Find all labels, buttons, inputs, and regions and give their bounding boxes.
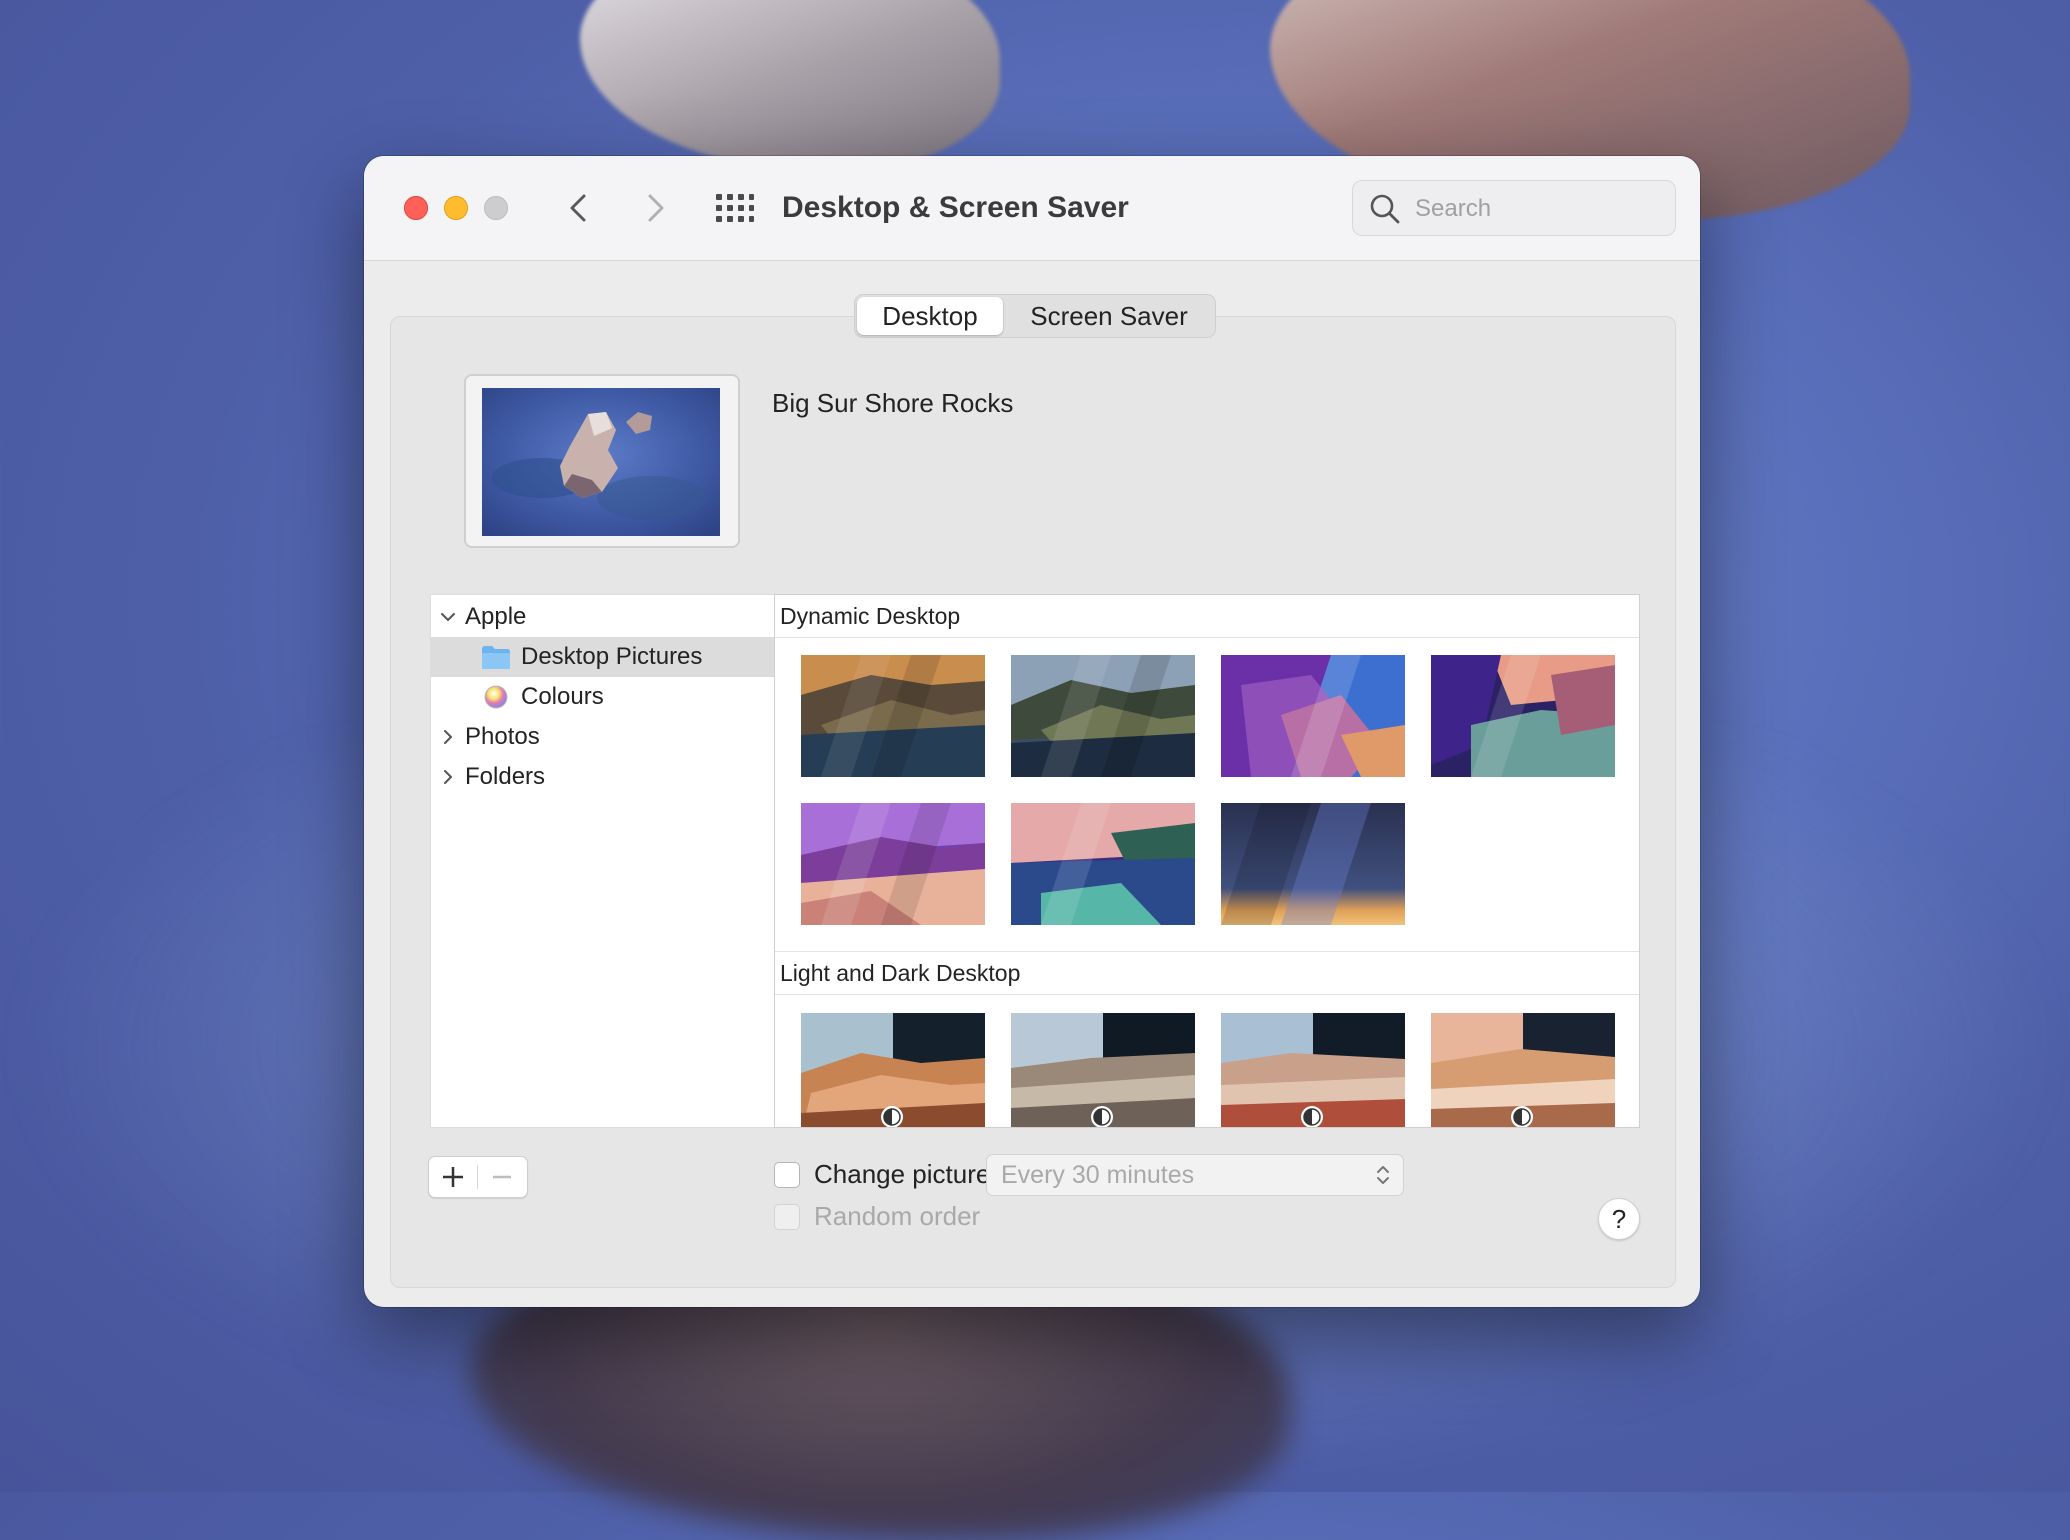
chevron-left-icon	[570, 194, 586, 222]
wallpaper-thumbnail[interactable]	[1011, 1013, 1195, 1127]
wallpaper-thumbnail[interactable]	[1221, 803, 1405, 925]
wallpaper-rock-left	[580, 0, 1000, 170]
section-header-light-dark: Light and Dark Desktop	[775, 951, 1639, 995]
source-group-photos[interactable]: Photos	[431, 717, 775, 757]
close-button[interactable]	[404, 196, 428, 220]
show-all-button[interactable]	[714, 188, 754, 228]
source-group-label: Apple	[465, 603, 527, 630]
tab-desktop[interactable]: Desktop	[857, 297, 1003, 335]
chevron-right-icon	[444, 730, 452, 744]
dark-mode-icon	[1301, 1106, 1323, 1127]
change-picture-checkbox[interactable]	[774, 1162, 800, 1188]
dark-mode-icon	[1511, 1106, 1533, 1127]
interval-value: Every 30 minutes	[1001, 1161, 1195, 1189]
source-item-desktop-pictures[interactable]: Desktop Pictures	[431, 637, 775, 677]
add-folder-button[interactable]	[429, 1157, 477, 1197]
source-list: Apple Desktop Pictures Colours Photos Fo…	[430, 594, 776, 1128]
chevron-down-icon	[441, 613, 455, 621]
search-field[interactable]	[1352, 180, 1676, 236]
back-button[interactable]	[560, 186, 600, 230]
forward-button[interactable]	[634, 186, 674, 230]
source-group-apple[interactable]: Apple	[431, 597, 775, 637]
dark-mode-icon	[1091, 1106, 1113, 1127]
wallpaper-thumbnail[interactable]	[1221, 655, 1405, 777]
color-wheel-icon	[484, 685, 508, 709]
preview-image	[482, 388, 720, 536]
random-order-label: Random order	[814, 1201, 981, 1231]
minus-icon	[493, 1175, 511, 1179]
source-group-folders[interactable]: Folders	[431, 757, 775, 797]
change-interval-select[interactable]: Every 30 minutes	[986, 1154, 1404, 1196]
folder-icon	[482, 646, 510, 669]
zoom-button[interactable]	[484, 196, 508, 220]
wallpaper-thumbnail[interactable]	[1011, 655, 1195, 777]
wallpaper-name: Big Sur Shore Rocks	[772, 388, 1014, 418]
chevron-right-icon	[444, 770, 452, 784]
wallpaper-thumbnail[interactable]	[801, 1013, 985, 1127]
remove-folder-button[interactable]	[478, 1157, 526, 1197]
wallpaper-thumbnail[interactable]	[1431, 655, 1615, 777]
up-down-arrows-icon	[1377, 1166, 1389, 1184]
change-picture-label: Change picture:	[814, 1159, 998, 1189]
grid-icon	[716, 194, 754, 222]
source-item-label: Desktop Pictures	[521, 643, 703, 670]
help-button[interactable]: ?	[1598, 1198, 1640, 1240]
source-group-label: Photos	[465, 723, 540, 750]
wallpaper-thumbnail[interactable]	[1011, 803, 1195, 925]
section-title: Dynamic Desktop	[780, 603, 961, 629]
window-title: Desktop & Screen Saver	[782, 191, 1129, 224]
source-item-colours[interactable]: Colours	[431, 677, 775, 717]
chevron-right-icon	[648, 194, 664, 222]
add-remove-buttons	[428, 1156, 528, 1198]
source-item-label: Colours	[521, 683, 604, 710]
source-group-label: Folders	[465, 763, 546, 790]
minimize-button[interactable]	[444, 196, 468, 220]
preferences-window: Desktop & Screen Saver Desktop Screen Sa…	[364, 156, 1700, 1307]
section-header-dynamic: Dynamic Desktop	[775, 595, 1639, 638]
wallpaper-thumbnail[interactable]	[801, 803, 985, 925]
wallpaper-gallery: Dynamic Desktop Light and Dark Desktop	[774, 594, 1640, 1128]
tab-screen-saver[interactable]: Screen Saver	[1005, 295, 1213, 337]
wallpaper-thumbnail[interactable]	[801, 655, 985, 777]
wallpaper-thumbnail[interactable]	[1221, 1013, 1405, 1127]
current-wallpaper-preview	[464, 374, 740, 548]
title-bar: Desktop & Screen Saver	[364, 156, 1700, 261]
plus-icon	[443, 1167, 463, 1187]
search-input[interactable]	[1413, 189, 1657, 229]
section-title: Light and Dark Desktop	[780, 960, 1021, 986]
tab-control: Desktop Screen Saver	[854, 294, 1216, 338]
random-order-checkbox[interactable]	[774, 1204, 800, 1230]
wallpaper-thumbnail[interactable]	[1431, 1013, 1615, 1127]
search-icon	[1370, 194, 1400, 224]
dark-mode-icon	[881, 1106, 903, 1127]
